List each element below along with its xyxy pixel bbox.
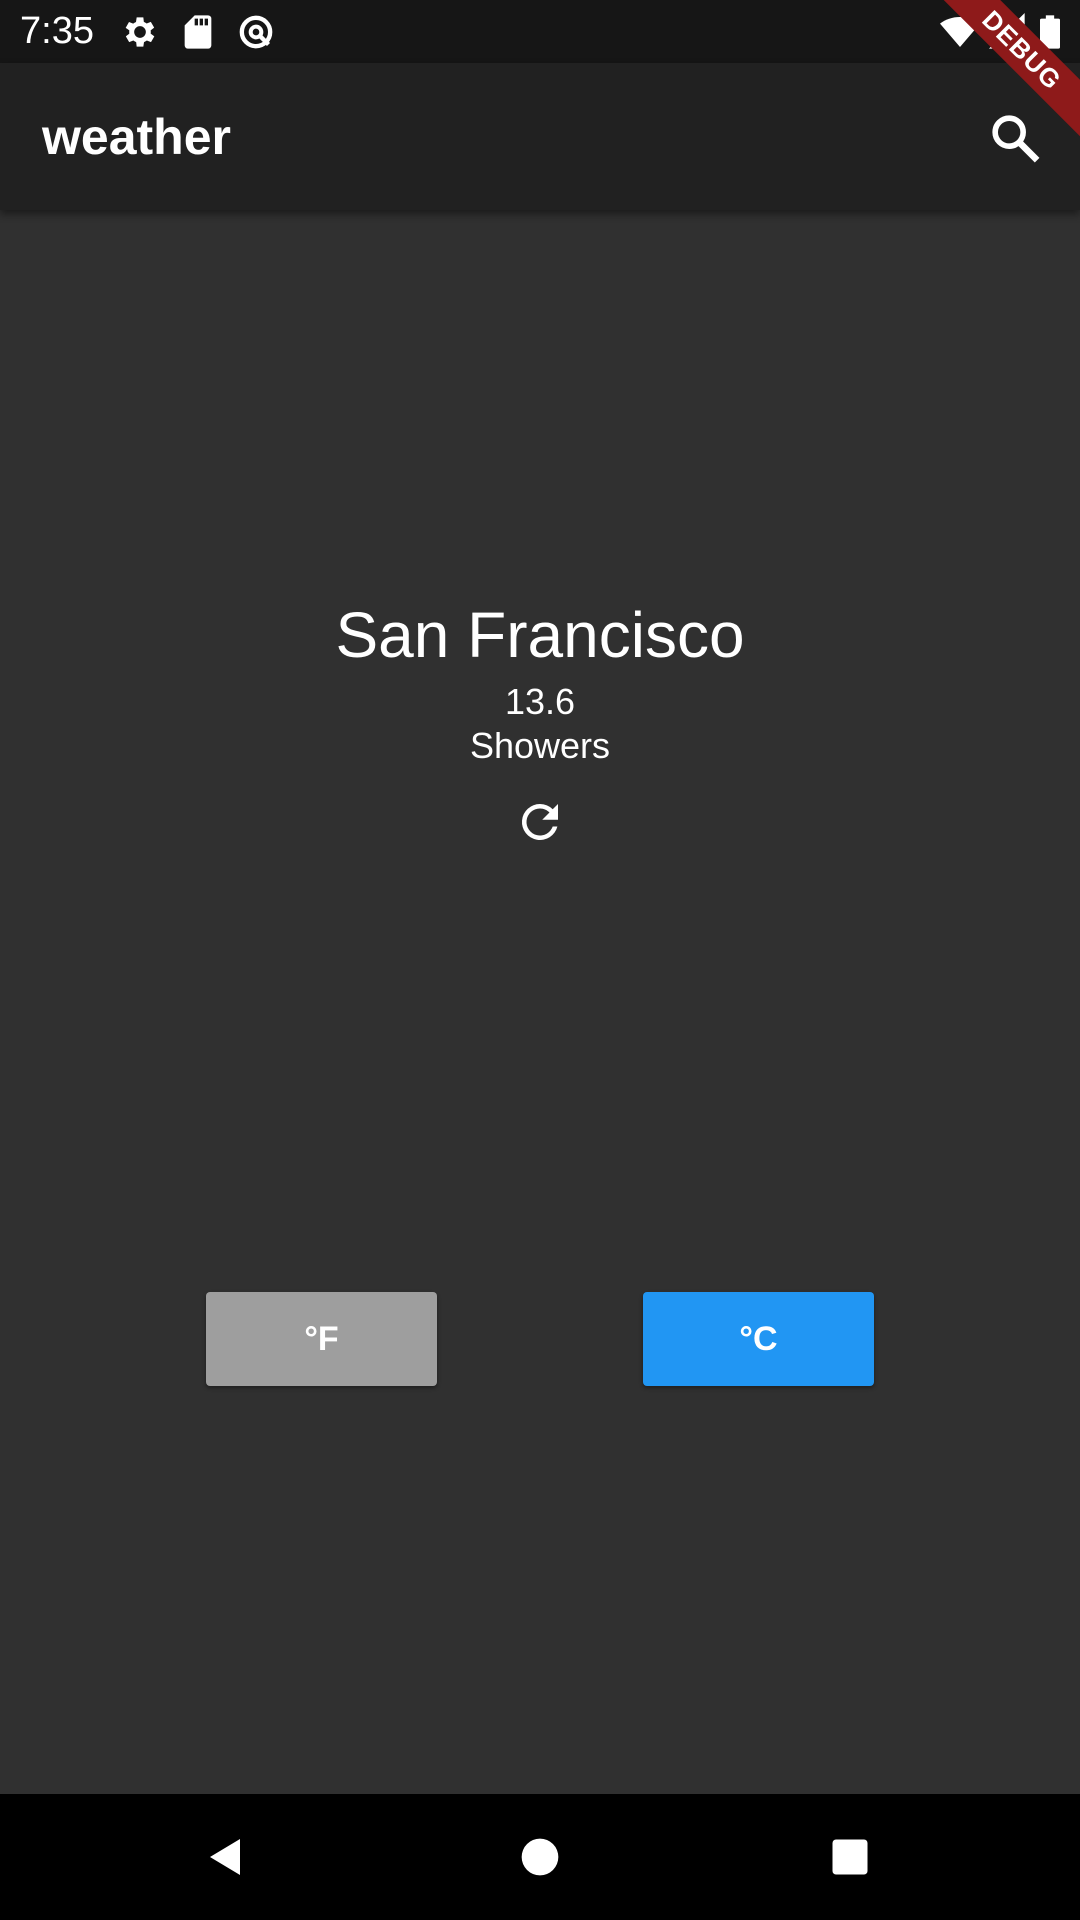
weather-info: San Francisco 13.6 Showers [0, 590, 1080, 768]
home-icon [521, 1838, 559, 1876]
cell-signal-icon [988, 12, 1028, 52]
home-button[interactable] [510, 1827, 570, 1887]
wifi-icon [940, 12, 980, 52]
recents-icon [832, 1839, 868, 1875]
status-bar: 7:35 [0, 0, 1080, 63]
search-button[interactable] [980, 103, 1050, 173]
refresh-button[interactable] [510, 792, 570, 852]
back-button[interactable] [196, 1827, 256, 1887]
temperature-value: 13.6 [504, 681, 576, 722]
search-icon [992, 115, 1040, 163]
weather-condition: Showers [469, 725, 611, 766]
sd-card-icon [178, 12, 218, 52]
back-icon [210, 1839, 240, 1875]
refresh-icon [521, 803, 558, 840]
settings-icon [120, 12, 160, 52]
celsius-button[interactable]: °C [643, 1292, 874, 1386]
app-bar: weather [0, 63, 1080, 210]
status-time: 7:35 [20, 10, 94, 52]
fahrenheit-button[interactable]: °F [206, 1292, 437, 1386]
battery-icon [1030, 12, 1070, 52]
app-title: weather [42, 109, 231, 165]
app-screen: 7:35 weather DEBUG San Francisco 13.6 Sh… [0, 0, 1080, 1920]
data-saver-icon [236, 12, 276, 52]
recents-button[interactable] [820, 1827, 880, 1887]
navigation-bar [0, 1794, 1080, 1920]
city-name: San Francisco [335, 599, 745, 671]
